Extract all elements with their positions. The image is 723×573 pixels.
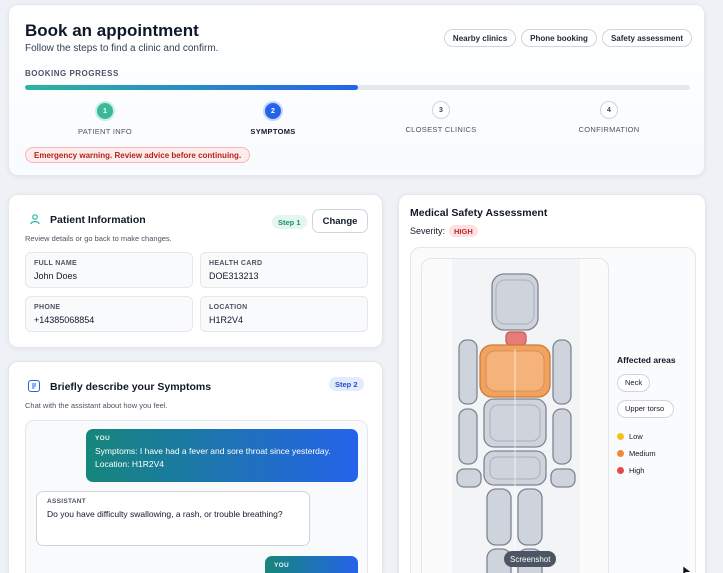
patient-section-subtitle: Review details or go back to make change… [25, 234, 172, 243]
message-text: Do you have difficulty swallowing, a ras… [47, 509, 283, 519]
nearby-clinics-chip[interactable]: Nearby clinics [443, 29, 517, 47]
legend-item-medium: Medium [617, 449, 687, 458]
progress-bar [25, 85, 690, 90]
change-button[interactable]: Change [312, 209, 368, 233]
screenshot-tooltip: Screenshot [504, 551, 557, 567]
area-chip-neck[interactable]: Neck [617, 374, 651, 392]
step-number: 4 [600, 101, 618, 119]
left-upper-arm [458, 339, 478, 405]
neck-highlight [505, 331, 527, 346]
left-thigh [486, 488, 512, 546]
safety-title: Medical Safety Assessment [410, 207, 548, 219]
field-label: FULL NAME [34, 260, 78, 267]
field-value: John Does [34, 271, 78, 281]
field-label: PHONE [34, 304, 61, 311]
symptoms-section-title: Briefly describe your Symptoms [50, 381, 212, 393]
step-patient-info[interactable]: 1 PATIENT INFO [45, 101, 165, 136]
legend-item-low: Low [617, 432, 687, 441]
left-forearm [458, 408, 478, 465]
booking-header-card: Book an appointment Follow the steps to … [8, 4, 705, 176]
document-icon [28, 380, 40, 392]
body-map [456, 273, 576, 573]
legend-label: Medium [629, 449, 656, 458]
progress-label: BOOKING PROGRESS [25, 69, 119, 78]
field-value: H1R2V4 [209, 315, 244, 325]
symptoms-section-subtitle: Chat with the assistant about how you fe… [25, 401, 168, 410]
safety-assessment-card: Medical Safety Assessment Severity: HIGH [398, 194, 706, 573]
quick-links: Nearby clinics Phone booking Safety asse… [443, 29, 692, 47]
low-dot [617, 433, 624, 440]
step-tag: Step 2 [329, 377, 364, 391]
medium-dot [617, 450, 624, 457]
right-hand [550, 468, 576, 488]
body-map-panel: Affected areas Neck Upper torso Low Medi… [410, 247, 696, 573]
user-message: YOU Symptoms: I have had a fever and sor… [86, 429, 358, 482]
step-number: 2 [263, 101, 283, 121]
right-upper-arm [552, 339, 572, 405]
assistant-message: ASSISTANT Do you have difficulty swallow… [36, 491, 310, 546]
phone-field[interactable]: PHONE +14385068854 [25, 296, 193, 332]
patient-section-title: Patient Information [50, 214, 146, 226]
step-number: 1 [95, 101, 115, 121]
step-label: CONFIRMATION [578, 125, 640, 134]
person-icon [28, 212, 42, 226]
safety-assessment-chip[interactable]: Safety assessment [601, 29, 692, 47]
legend-spacer [617, 418, 687, 424]
step-symptoms[interactable]: 2 SYMPTOMS [213, 101, 333, 136]
right-forearm [552, 408, 572, 465]
message-sender: YOU [95, 435, 110, 442]
body-figure-frame [421, 258, 609, 573]
message-text: Symptoms: I have had a fever and sore th… [95, 446, 331, 469]
legend-title: Affected areas [617, 355, 676, 365]
step-indicator: 1 PATIENT INFO 2 SYMPTOMS 3 CLOSEST CLIN… [25, 101, 690, 141]
legend-label: Low [629, 432, 643, 441]
symptoms-card: Briefly describe your Symptoms Chat with… [8, 361, 383, 573]
page-title: Book an appointment [25, 21, 199, 40]
field-label: LOCATION [209, 304, 248, 311]
full-name-field[interactable]: FULL NAME John Does [25, 252, 193, 288]
step-tag: Step 1 [272, 215, 307, 229]
step-label: CLOSEST CLINICS [405, 125, 477, 134]
left-hand [456, 468, 482, 488]
patient-information-card: Patient Information Review details or go… [8, 194, 383, 348]
location-field[interactable]: LOCATION H1R2V4 [200, 296, 368, 332]
affected-areas-legend: Affected areas Neck Upper torso Low Medi… [617, 354, 687, 475]
severity-row: Severity: HIGH [410, 225, 478, 237]
severity-label: Severity: [410, 226, 446, 236]
severity-badge: HIGH [449, 225, 478, 237]
field-value: +14385068854 [34, 315, 95, 325]
mouse-pointer-icon [682, 563, 692, 573]
legend-label: High [629, 466, 645, 475]
field-label: HEALTH CARD [209, 260, 263, 267]
right-thigh [517, 488, 543, 546]
health-card-field[interactable]: HEALTH CARD DOE313213 [200, 252, 368, 288]
step-number: 3 [432, 101, 450, 119]
emergency-warning-badge: Emergency warning. Review advice before … [25, 147, 251, 163]
message-sender: ASSISTANT [47, 498, 87, 505]
step-label: SYMPTOMS [250, 127, 296, 136]
phone-booking-chip[interactable]: Phone booking [521, 29, 597, 47]
area-chip-upper-torso[interactable]: Upper torso [617, 400, 674, 418]
step-closest-clinics[interactable]: 3 CLOSEST CLINICS [381, 101, 501, 134]
field-value: DOE313213 [209, 271, 259, 281]
message-sender: YOU [274, 562, 289, 569]
chat-transcript[interactable]: YOU Symptoms: I have had a fever and sor… [25, 420, 368, 573]
progress-fill [25, 85, 358, 90]
user-message: YOU [265, 556, 358, 573]
step-confirmation[interactable]: 4 CONFIRMATION [549, 101, 669, 134]
high-dot [617, 467, 624, 474]
step-label: PATIENT INFO [77, 127, 133, 136]
page-subtitle: Follow the steps to find a clinic and co… [25, 43, 219, 54]
legend-item-high: High [617, 466, 687, 475]
